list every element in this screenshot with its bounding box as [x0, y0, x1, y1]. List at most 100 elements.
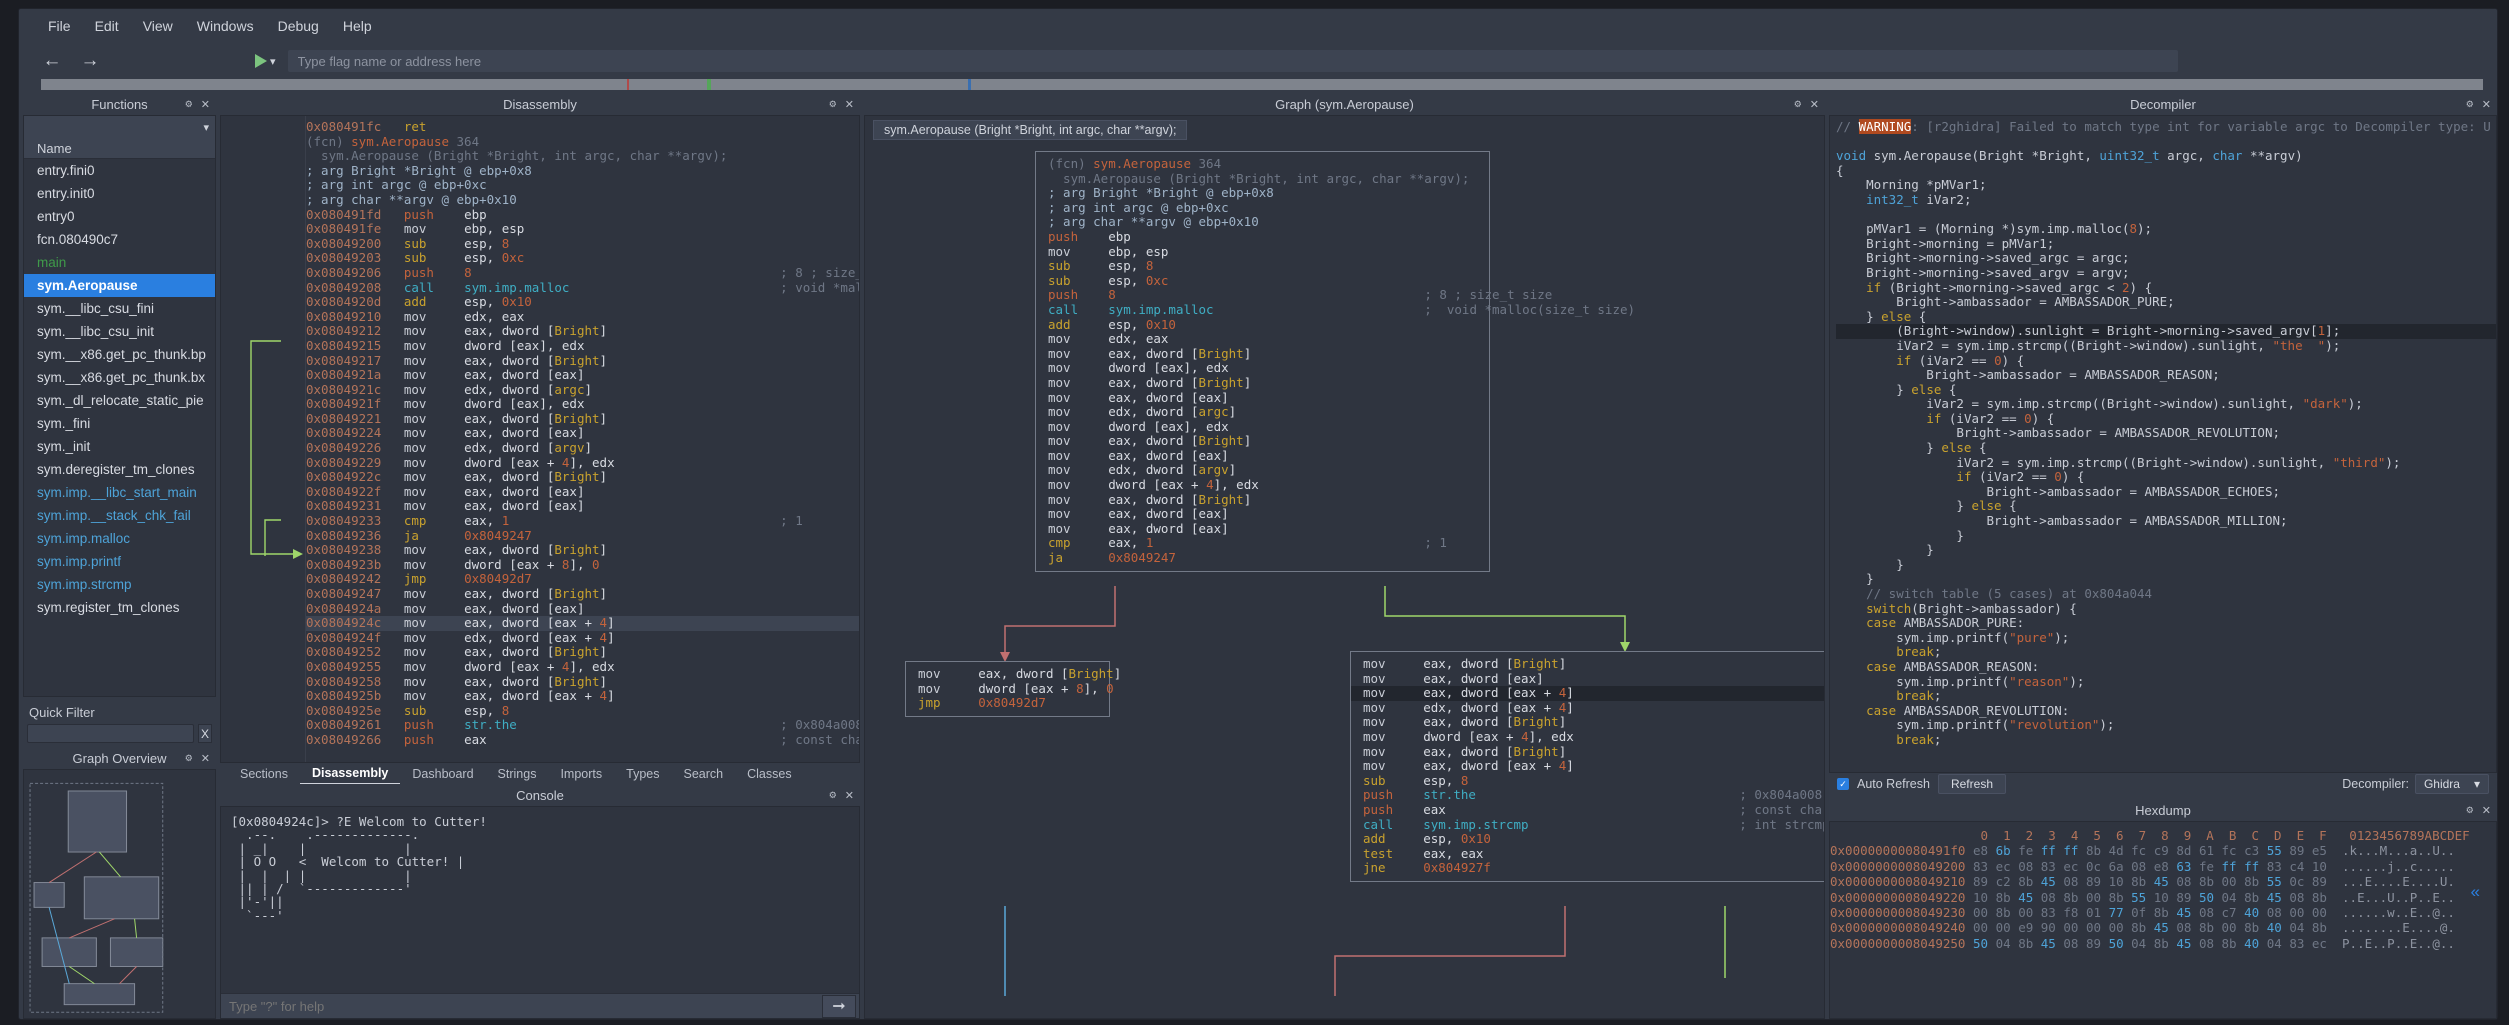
disassembly-line[interactable]: 0x080491fe mov ebp, esp: [306, 221, 859, 237]
tab-dashboard[interactable]: Dashboard: [400, 764, 485, 784]
disassembly-line[interactable]: 0x08049252 mov eax, dword [Bright]: [306, 645, 859, 660]
function-list-item[interactable]: sym._fini: [24, 412, 215, 435]
disassembly-line[interactable]: 0x0804925b mov eax, dword [eax + 4]: [306, 688, 859, 704]
decompiler-line[interactable]: [1836, 135, 2496, 150]
decompiler-line[interactable]: } else {: [1836, 309, 2496, 325]
function-list-item[interactable]: sym.__libc_csu_fini: [24, 297, 215, 320]
disassembly-line[interactable]: ; arg char **argv @ ebp+0x10: [306, 192, 859, 208]
chevron-down-icon[interactable]: ▾: [270, 55, 276, 68]
disassembly-line[interactable]: 0x08049238 mov eax, dword [Bright]: [306, 542, 859, 558]
decompiler-line[interactable]: iVar2 = sym.imp.strcmp((Bright->window).…: [1836, 455, 2496, 471]
disassembly-line[interactable]: 0x0804921f mov dword [eax], edx: [306, 396, 859, 412]
disassembly-tabbar[interactable]: Sections Disassembly Dashboard Strings Impor…: [220, 763, 860, 785]
address-input[interactable]: [287, 50, 2178, 72]
decompiler-line[interactable]: case AMBASSADOR_REVOLUTION:: [1836, 703, 2496, 719]
gear-icon[interactable]: ⚙: [1794, 99, 1802, 110]
disassembly-line[interactable]: 0x08049203 sub esp, 0xc: [306, 251, 859, 266]
function-list-item[interactable]: entry.init0: [24, 182, 215, 205]
disassembly-line[interactable]: 0x080491fc ret: [306, 119, 859, 135]
gear-icon[interactable]: ⚙: [2466, 99, 2474, 110]
disassembly-line[interactable]: 0x0804923b mov dword [eax + 8], 0: [306, 557, 859, 573]
disassembly-line[interactable]: 0x0804924c mov eax, dword [eax + 4]: [306, 615, 859, 631]
decompiler-select[interactable]: Ghidra ▾: [2414, 774, 2489, 794]
decompiler-line[interactable]: Bright->ambassador = AMBASSADOR_ECHOES;: [1836, 484, 2496, 500]
run-play-icon[interactable]: [255, 54, 267, 68]
decompiler-line[interactable]: iVar2 = sym.imp.strcmp((Bright->window).…: [1836, 396, 2496, 412]
disassembly-line[interactable]: 0x08049224 mov eax, dword [eax]: [306, 426, 859, 441]
disassembly-line[interactable]: 0x08049261 push str.the ; 0x804a008 ; "t…: [306, 718, 859, 733]
decompiler-line[interactable]: if (Bright->morning->saved_argc < 2) {: [1836, 280, 2496, 296]
gear-icon[interactable]: ⚙: [185, 99, 193, 110]
tab-classes[interactable]: Classes: [735, 764, 803, 784]
menu-item-help[interactable]: Help: [332, 14, 383, 38]
decompiler-line[interactable]: sym.imp.printf("pure");: [1836, 630, 2496, 646]
tab-disassembly[interactable]: Disassembly: [299, 763, 401, 785]
graph-node[interactable]: mov eax, dword [Bright] mov dword [eax + …: [905, 661, 1121, 717]
disassembly-line[interactable]: 0x08049231 mov eax, dword [eax]: [306, 499, 859, 514]
arrow-left-icon[interactable]: ←: [39, 49, 65, 73]
disassembly-line[interactable]: 0x0804922f mov eax, dword [eax]: [306, 484, 859, 500]
decompiler-line[interactable]: } else {: [1836, 382, 2496, 398]
close-icon[interactable]: ✕: [201, 752, 210, 765]
decompiler-line[interactable]: sym.imp.printf("reason");: [1836, 674, 2496, 690]
decompiler-line[interactable]: break;: [1836, 645, 2496, 660]
disassembly-line[interactable]: (fcn) sym.Aeropause 364: [306, 134, 859, 150]
functions-list[interactable]: entry.fini0 entry.init0 entry0 fcn.080490c7…: [24, 159, 215, 619]
sections-strip[interactable]: [41, 79, 2483, 90]
disassembly-line[interactable]: ; arg int argc @ ebp+0xc: [306, 178, 859, 193]
disassembly-line[interactable]: 0x08049255 mov dword [eax + 4], edx: [306, 659, 859, 675]
decompiler-line[interactable]: if (iVar2 == 0) {: [1836, 411, 2496, 427]
menu-item-edit[interactable]: Edit: [84, 14, 130, 38]
run-button-group[interactable]: ▾: [255, 54, 276, 68]
disassembly-line[interactable]: 0x0804924f mov edx, dword [eax + 4]: [306, 630, 859, 646]
disassembly-line[interactable]: 0x08049226 mov edx, dword [argv]: [306, 440, 859, 456]
function-list-item[interactable]: entry0: [24, 205, 215, 228]
decompiler-line[interactable]: Bright->morning->saved_argv = argv;: [1836, 265, 2496, 281]
function-list-item[interactable]: sym.deregister_tm_clones: [24, 458, 215, 481]
decompiler-line[interactable]: case AMBASSADOR_PURE:: [1836, 615, 2496, 631]
disassembly-line[interactable]: 0x08049233 cmp eax, 1 ; 1: [306, 513, 859, 529]
arrow-right-icon[interactable]: →: [77, 49, 103, 73]
function-list-item[interactable]: sym.register_tm_clones: [24, 596, 215, 619]
decompiler-line[interactable]: case AMBASSADOR_REASON:: [1836, 659, 2496, 675]
disassembly-line[interactable]: 0x0804925e sub esp, 8: [306, 703, 859, 719]
function-list-item[interactable]: sym.imp.malloc: [24, 527, 215, 550]
function-list-item[interactable]: sym.imp.__stack_chk_fail: [24, 504, 215, 527]
disassembly-line[interactable]: 0x08049210 mov edx, eax: [306, 309, 859, 325]
graph-node[interactable]: mov eax, dword [Bright] mov eax, dword [e…: [1350, 651, 1824, 882]
disassembly-line[interactable]: sym.Aeropause (Bright *Bright, int argc,…: [306, 148, 859, 164]
decompiler-line[interactable]: if (iVar2 == 0) {: [1836, 469, 2496, 485]
hexdump-lines[interactable]: 0 1 2 3 4 5 6 7 8 9 A B C D E F 01234567…: [1830, 822, 2496, 1018]
close-icon[interactable]: ✕: [201, 98, 210, 111]
decompiler-line[interactable]: iVar2 = sym.imp.strcmp((Bright->window).…: [1836, 338, 2496, 354]
disassembly-line[interactable]: 0x08049221 mov eax, dword [Bright]: [306, 411, 859, 427]
console-input[interactable]: [221, 994, 822, 1018]
decompiler-line[interactable]: }: [1836, 528, 2496, 544]
decompiler-line[interactable]: pMVar1 = (Morning *)sym.imp.malloc(8);: [1836, 221, 2496, 237]
double-chevron-left-icon[interactable]: «: [2471, 882, 2480, 902]
disassembly-line[interactable]: 0x0804921c mov edx, dword [argc]: [306, 382, 859, 398]
function-list-item[interactable]: sym.__x86.get_pc_thunk.bx: [24, 366, 215, 389]
function-list-item[interactable]: fcn.080490c7: [24, 228, 215, 251]
close-icon[interactable]: ✕: [2482, 804, 2491, 817]
disassembly-line[interactable]: 0x0804924a mov eax, dword [eax]: [306, 601, 859, 617]
functions-filter-bar[interactable]: ▾: [24, 116, 215, 138]
decompiler-line[interactable]: {: [1836, 163, 2496, 179]
disassembly-line[interactable]: 0x08049215 mov dword [eax], edx: [306, 338, 859, 354]
hexdump-row[interactable]: 0x0000000008049200 83 ec 08 83 ec 0c 6a …: [1830, 859, 2496, 874]
auto-refresh-checkbox[interactable]: ✓: [1837, 778, 1849, 790]
function-list-item[interactable]: main: [24, 251, 215, 274]
clear-filter-button[interactable]: X: [198, 724, 212, 743]
disassembly-line[interactable]: 0x08049229 mov dword [eax + 4], edx: [306, 455, 859, 471]
tab-search[interactable]: Search: [672, 764, 736, 784]
disassembly-line[interactable]: 0x08049247 mov eax, dword [Bright]: [306, 586, 859, 602]
disassembly-lines[interactable]: 0x080491fc ret (fcn) sym.Aeropause 364 s…: [306, 116, 859, 762]
decompiler-line[interactable]: (Bright->window).sunlight = Bright->morn…: [1836, 324, 2496, 339]
hexdump-row[interactable]: 0x0000000008049230 00 8b 00 83 f8 01 77 …: [1830, 905, 2496, 920]
close-icon[interactable]: ✕: [2482, 98, 2491, 111]
close-icon[interactable]: ✕: [845, 98, 854, 111]
decompiler-line[interactable]: } else {: [1836, 440, 2496, 456]
decompiler-line[interactable]: switch(Bright->ambassador) {: [1836, 601, 2496, 617]
refresh-button[interactable]: Refresh: [1937, 774, 2006, 794]
hexdump-row[interactable]: 0x0000000008049240 00 00 e9 90 00 00 00 …: [1830, 920, 2496, 935]
